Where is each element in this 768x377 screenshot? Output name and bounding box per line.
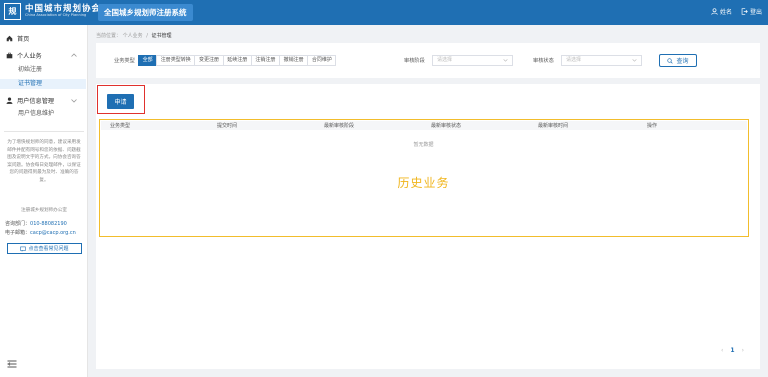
tab-cancel-registration[interactable]: 注销注册	[250, 55, 281, 66]
sidebar-item-label: 首页	[17, 35, 30, 43]
tab-registration-type-conversion[interactable]: 注册类型转换	[156, 55, 196, 66]
top-header: 规 中国城市规划协会 China Association of City Pla…	[0, 0, 768, 25]
chevron-down-icon[interactable]	[71, 99, 77, 103]
column-header: 最新审核时间	[538, 123, 569, 129]
contact-phone-value: 010-88082190	[30, 221, 67, 227]
sidebar-divider	[4, 131, 84, 132]
chevron-down-icon	[503, 59, 508, 62]
breadcrumb-separator: /	[146, 33, 148, 39]
business-type-tabs: 全部 注册类型转换 变更注册 延续注册 注销注册 撤销注册 合同维护	[138, 55, 337, 66]
user-icon	[711, 8, 718, 15]
contact-email: 电子邮箱：cacp@cacp.org.cn	[5, 230, 76, 236]
column-header: 操作	[647, 123, 658, 129]
table-header: 业务类型 提交时间 最新审核阶段 最新审核状态 最新审核时间 操作	[101, 121, 747, 130]
system-title: 全国城乡规划师注册系统	[98, 4, 193, 21]
faq-button-label: 点击查看常见问题	[28, 246, 69, 252]
query-button[interactable]: 查询	[659, 54, 697, 67]
next-page-icon[interactable]: ›	[742, 347, 744, 354]
prev-page-icon[interactable]: ‹	[721, 347, 723, 354]
logout-label: 登出	[749, 9, 762, 16]
user-area: 姓名 登出	[702, 7, 762, 16]
tab-renewal-registration[interactable]: 延续注册	[222, 55, 252, 66]
audit-stage-label: 审核阶段	[404, 58, 425, 64]
audit-stage-select[interactable]: 请选择	[432, 55, 513, 66]
sidebar-item-home[interactable]: 首页	[6, 32, 29, 44]
collapse-menu-icon[interactable]	[7, 360, 17, 368]
user-name-link[interactable]: 姓名	[711, 7, 732, 16]
filter-panel: 业务类型 全部 注册类型转换 变更注册 延续注册 注销注册 撤销注册 合同维护 …	[96, 43, 760, 78]
contact-email-value[interactable]: cacp@cacp.org.cn	[30, 230, 76, 236]
help-icon	[20, 246, 27, 252]
apply-button[interactable]: 申请	[107, 94, 134, 109]
search-icon	[667, 57, 674, 64]
tab-revoke-registration[interactable]: 撤销注册	[279, 55, 309, 66]
tab-all[interactable]: 全部	[138, 55, 158, 66]
query-button-label: 查询	[676, 58, 689, 65]
breadcrumb-location-label: 当前位置：	[96, 33, 122, 39]
user-icon	[6, 96, 13, 104]
sidebar-item-user-info-maintenance[interactable]: 用户信息维护	[18, 109, 54, 119]
breadcrumb-parent[interactable]: 个人业务	[123, 33, 143, 39]
apply-highlight: 申请	[97, 85, 145, 114]
sidebar: 首页 个人业务 初始注册 证书管理 用户信息管理 用户信息维护 为了增快规划师的…	[0, 25, 88, 377]
logo-title: 中国城市规划协会	[25, 3, 102, 14]
tab-contract-maintenance[interactable]: 合同维护	[307, 55, 337, 66]
audit-status-placeholder: 请选择	[566, 57, 582, 63]
chevron-up-icon[interactable]	[71, 53, 77, 57]
sidebar-item-label: 个人业务	[17, 52, 42, 60]
sidebar-item-certificate-management[interactable]: 证书管理	[0, 79, 86, 89]
column-header: 提交时间	[217, 123, 238, 129]
logout-button[interactable]: 登出	[741, 7, 762, 16]
breadcrumb-current: 证书管理	[151, 33, 172, 39]
pagination: ‹ 1 ›	[721, 347, 744, 354]
faq-button[interactable]: 点击查看常见问题	[7, 243, 82, 254]
breadcrumb: 当前位置： 个人业务 / 证书管理	[96, 32, 172, 39]
chevron-down-icon	[632, 59, 637, 62]
sidebar-notice-signature: 注册城乡规划师办公室	[21, 208, 67, 213]
tab-change-registration[interactable]: 变更注册	[194, 55, 224, 66]
contact-phone: 咨询部门：010-88082190	[5, 221, 67, 227]
audit-status-select[interactable]: 请选择	[561, 55, 642, 66]
home-icon	[6, 35, 13, 41]
user-name-label: 姓名	[719, 9, 732, 16]
logout-icon	[741, 8, 748, 15]
page-number[interactable]: 1	[730, 347, 734, 354]
column-header: 最新审核阶段	[324, 123, 355, 129]
sidebar-item-initial-registration[interactable]: 初始注册	[18, 65, 42, 75]
empty-state-text: 暂无数据	[413, 142, 434, 148]
briefcase-icon	[6, 52, 13, 58]
history-business-label: 历史业务	[397, 176, 450, 190]
sidebar-item-label: 用户信息管理	[17, 97, 55, 105]
audit-stage-placeholder: 请选择	[437, 57, 453, 63]
sidebar-notice: 为了增快规划师的同意，建议采用发邮件并配有网号和您的依据、问题截图及说明文字的方…	[7, 140, 81, 183]
list-panel: 申请 业务类型 提交时间 最新审核阶段 最新审核状态 最新审核时间 操作 暂无数…	[96, 84, 760, 369]
column-header: 业务类型	[110, 123, 131, 129]
logo-subtitle: China Association of City Planning	[25, 13, 87, 18]
history-business-table: 业务类型 提交时间 最新审核阶段 最新审核状态 最新审核时间 操作 暂无数据 历…	[99, 119, 749, 237]
column-header: 最新审核状态	[431, 123, 462, 129]
logo[interactable]: 规 中国城市规划协会 China Association of City Pla…	[4, 3, 101, 20]
audit-status-label: 审核状态	[533, 58, 554, 64]
business-type-label: 业务类型	[114, 58, 135, 64]
logo-mark-icon: 规	[4, 3, 21, 20]
